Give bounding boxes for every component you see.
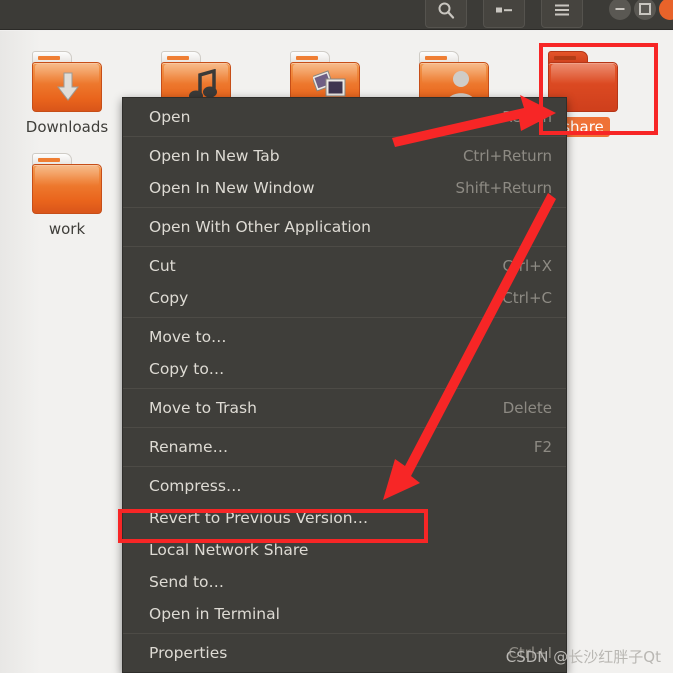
menu-item-label: Open in Terminal — [149, 605, 280, 623]
menu-separator — [123, 246, 566, 247]
menu-item-open-in-new-window[interactable]: Open In New Window Shift+Return — [123, 172, 566, 204]
minimize-icon — [615, 8, 625, 10]
watermark-text: CSDN @长沙红胖子Qt — [505, 648, 661, 666]
menu-separator — [123, 633, 566, 634]
folder-item-downloads[interactable]: Downloads — [8, 51, 126, 137]
folder-body — [32, 164, 102, 214]
menu-item-local-network-share[interactable]: Local Network Share — [123, 534, 566, 566]
menu-separator — [123, 427, 566, 428]
menu-item-send-to[interactable]: Send to… — [123, 566, 566, 598]
menu-item-compress[interactable]: Compress… — [123, 470, 566, 502]
folder-icon — [29, 51, 105, 113]
menu-item-label: Send to… — [149, 573, 225, 591]
menu-item-open[interactable]: Open Return — [123, 101, 566, 133]
menu-item-label: Copy — [149, 289, 189, 307]
folder-label: Downloads — [25, 118, 109, 136]
menu-item-label: Open In New Window — [149, 179, 315, 197]
menu-separator — [123, 317, 566, 318]
menu-item-label: Open In New Tab — [149, 147, 280, 165]
close-button[interactable] — [659, 0, 673, 20]
menu-item-label: Local Network Share — [149, 541, 309, 559]
context-menu[interactable]: Open Return Open In New Tab Ctrl+Return … — [122, 97, 567, 673]
menu-separator — [123, 388, 566, 389]
menu-item-open-in-terminal[interactable]: Open in Terminal — [123, 598, 566, 630]
minimize-button[interactable] — [609, 0, 631, 20]
menu-item-properties[interactable]: Properties Ctrl+I — [123, 637, 566, 669]
menu-item-accel: Ctrl+Return — [462, 147, 552, 165]
menu-item-label: Move to… — [149, 328, 227, 346]
folder-item-work[interactable]: work — [8, 153, 126, 239]
menu-separator — [123, 207, 566, 208]
menu-item-label: Compress… — [149, 477, 242, 495]
menu-item-accel: Return — [502, 108, 552, 126]
maximize-button[interactable] — [634, 0, 656, 20]
menu-separator — [123, 466, 566, 467]
menu-item-accel: Ctrl+X — [502, 257, 552, 275]
menu-item-accel: F2 — [533, 438, 552, 456]
menu-item-open-with-other-application[interactable]: Open With Other Application — [123, 211, 566, 243]
menu-item-accel: Shift+Return — [455, 179, 552, 197]
hamburger-menu-button[interactable] — [541, 0, 583, 28]
view-options-icon — [496, 7, 512, 13]
search-button[interactable] — [425, 0, 467, 28]
window-titlebar — [0, 0, 673, 30]
menu-item-label: Properties — [149, 644, 228, 662]
folder-label: work — [48, 220, 86, 238]
view-options-button[interactable] — [483, 0, 525, 28]
menu-item-copy[interactable]: Copy Ctrl+C — [123, 282, 566, 314]
menu-item-label: Open — [149, 108, 191, 126]
menu-item-label: Open With Other Application — [149, 218, 371, 236]
menu-item-label: Revert to Previous Version… — [149, 509, 369, 527]
hamburger-menu-icon — [555, 4, 569, 16]
menu-item-revert-to-previous-version[interactable]: Revert to Previous Version… — [123, 502, 566, 534]
menu-item-copy-to[interactable]: Copy to… — [123, 353, 566, 385]
menu-item-label: Copy to… — [149, 360, 225, 378]
menu-separator — [123, 136, 566, 137]
menu-item-rename[interactable]: Rename… F2 — [123, 431, 566, 463]
menu-item-label: Move to Trash — [149, 399, 257, 417]
menu-item-label: Cut — [149, 257, 176, 275]
menu-item-accel: Delete — [502, 399, 552, 417]
menu-item-move-to[interactable]: Move to… — [123, 321, 566, 353]
folder-icon — [29, 153, 105, 215]
menu-item-open-in-new-tab[interactable]: Open In New Tab Ctrl+Return — [123, 140, 566, 172]
search-icon — [438, 2, 455, 19]
maximize-icon — [639, 3, 651, 15]
menu-item-move-to-trash[interactable]: Move to Trash Delete — [123, 392, 566, 424]
menu-item-label: Rename… — [149, 438, 229, 456]
menu-item-cut[interactable]: Cut Ctrl+X — [123, 250, 566, 282]
download-arrow-icon — [56, 72, 80, 101]
menu-item-accel: Ctrl+C — [502, 289, 552, 307]
